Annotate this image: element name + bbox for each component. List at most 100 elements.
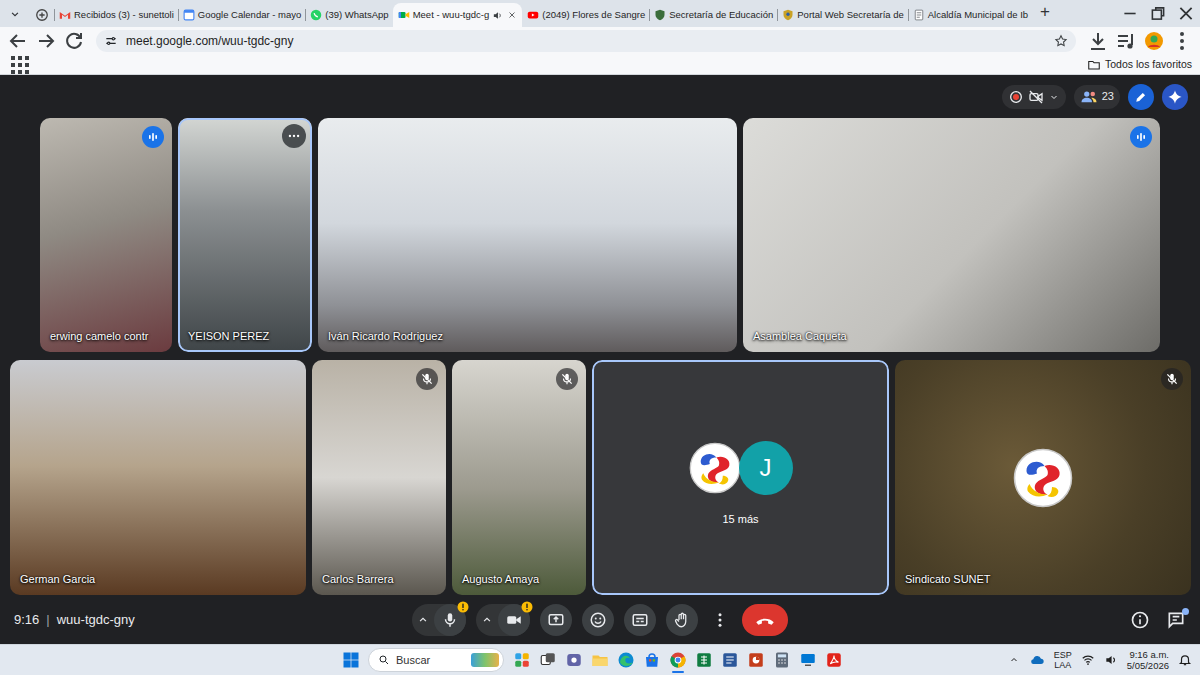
onedrive-icon[interactable] xyxy=(1029,652,1045,668)
show-hidden-icons-icon[interactable] xyxy=(1008,654,1020,666)
captions-button[interactable] xyxy=(624,604,656,636)
all-bookmarks-folder[interactable]: Todos los favoritos xyxy=(1087,57,1192,73)
browser-tab[interactable]: (39) WhatsApp xyxy=(305,3,392,27)
menu-icon[interactable] xyxy=(1170,29,1194,53)
tab-title: Meet - wuu-tgdc-g xyxy=(413,8,490,22)
browser-tab[interactable]: (2049) Flores de Sangre xyxy=(522,3,649,27)
back-icon[interactable] xyxy=(6,29,30,53)
document-icon xyxy=(913,9,925,21)
taskbar-app[interactable] xyxy=(668,646,688,674)
close-window-icon[interactable] xyxy=(1172,0,1200,27)
apps-grid-icon[interactable] xyxy=(8,53,32,77)
browser-tab[interactable]: Alcaldía Municipal de Ib xyxy=(908,3,1032,27)
participant-tile[interactable]: erwing camelo contr xyxy=(40,118,172,352)
meeting-time: 9:16 xyxy=(14,610,39,630)
chevron-down-icon[interactable] xyxy=(1048,91,1060,103)
forward-icon[interactable] xyxy=(34,29,58,53)
chevron-down-icon xyxy=(8,7,22,21)
tile-row: German GarciaCarlos BarreraAugusto Amaya… xyxy=(0,360,1200,595)
bookmarks-bar: Todos los favoritos xyxy=(0,55,1200,75)
participant-tile[interactable]: Sindicato SUNET xyxy=(895,360,1191,595)
raise-hand-button[interactable] xyxy=(666,604,698,636)
camera-button[interactable] xyxy=(498,604,530,636)
sunet-logo-icon xyxy=(689,442,741,494)
tab-title: Portal Web Secretaría de xyxy=(797,8,904,22)
bookmark-star-icon[interactable] xyxy=(1054,34,1068,48)
pinned-tab[interactable] xyxy=(30,3,54,27)
participant-tile[interactable]: J15 más xyxy=(592,360,889,595)
browser-tab[interactable]: Secretaría de Educación xyxy=(649,3,777,27)
close-tab-icon[interactable] xyxy=(506,9,518,21)
participant-tile[interactable]: German Garcia xyxy=(10,360,306,595)
reload-icon[interactable] xyxy=(62,29,86,53)
download-icon[interactable] xyxy=(1086,29,1110,53)
minimize-icon[interactable] xyxy=(1116,0,1144,27)
restore-icon[interactable] xyxy=(1144,0,1172,27)
participant-tile[interactable]: Augusto Amaya xyxy=(452,360,586,595)
widgets-icon xyxy=(513,651,531,669)
tile-highlight xyxy=(592,360,889,595)
more-options-button[interactable] xyxy=(708,604,732,636)
camera-icon xyxy=(505,611,523,629)
wifi-icon[interactable] xyxy=(1081,653,1095,667)
profile-icon[interactable] xyxy=(1142,29,1166,53)
taskbar-app[interactable] xyxy=(512,646,532,674)
taskbar-app[interactable] xyxy=(590,646,610,674)
address-bar[interactable]: meet.google.com/wuu-tgdc-gny xyxy=(96,30,1076,52)
tile-options-button[interactable] xyxy=(282,124,306,148)
participant-tile[interactable]: YEISON PEREZ xyxy=(178,118,312,352)
clock[interactable]: 9:16 a.m.5/05/2026 xyxy=(1127,649,1169,672)
participant-tile[interactable]: Carlos Barrera xyxy=(312,360,446,595)
camera-options[interactable] xyxy=(476,604,498,636)
participant-tile[interactable]: Asamblea Caqueta xyxy=(743,118,1160,352)
record-icon[interactable] xyxy=(1008,89,1024,105)
microphone-button[interactable] xyxy=(434,604,466,636)
avatar-stack: J xyxy=(689,441,793,495)
taskbar-app[interactable] xyxy=(798,646,818,674)
recording-camera-pill[interactable] xyxy=(1002,85,1066,109)
windows-start-icon[interactable] xyxy=(342,651,360,669)
more-participants[interactable]: J15 más xyxy=(592,360,889,595)
taskbar-app[interactable] xyxy=(824,646,844,674)
url-text[interactable]: meet.google.com/wuu-tgdc-gny xyxy=(126,32,293,50)
audio-playing-icon[interactable] xyxy=(492,10,503,21)
browser-tab[interactable]: Recibidos (3) - sunettoli xyxy=(54,3,178,27)
browser-tab[interactable]: Portal Web Secretaría de xyxy=(777,3,908,27)
meeting-details: 9:16|wuu-tgdc-gny xyxy=(14,610,412,630)
taskbar-app[interactable] xyxy=(564,646,584,674)
media-control-icon[interactable] xyxy=(1114,29,1138,53)
participants-button[interactable]: 23 xyxy=(1074,85,1120,109)
chat-button[interactable] xyxy=(1166,610,1186,630)
taskbar-app[interactable] xyxy=(642,646,662,674)
gemini-button[interactable] xyxy=(1162,84,1188,110)
microphone-options[interactable] xyxy=(412,604,434,636)
taskbar-app[interactable] xyxy=(772,646,792,674)
avatar-area xyxy=(895,360,1191,595)
present-button[interactable] xyxy=(540,604,572,636)
input-language[interactable]: ESPLAA xyxy=(1054,650,1072,671)
taskbar-app[interactable] xyxy=(694,646,714,674)
annotate-button[interactable] xyxy=(1128,84,1154,110)
taskbar-search[interactable]: Buscar xyxy=(368,648,504,672)
unread-dot xyxy=(1182,608,1189,615)
participant-tile[interactable]: Iván Ricardo Rodriguez xyxy=(318,118,737,352)
taskbar-app[interactable] xyxy=(720,646,740,674)
site-info-icon[interactable] xyxy=(104,34,118,48)
new-tab-button[interactable]: + xyxy=(1032,3,1058,24)
tab-search-button[interactable] xyxy=(0,0,30,27)
browser-tab[interactable]: Google Calendar - mayo xyxy=(178,3,306,27)
audio-bars-icon xyxy=(1133,129,1149,145)
volume-icon[interactable] xyxy=(1104,653,1118,667)
reactions-button[interactable] xyxy=(582,604,614,636)
taskbar-app[interactable] xyxy=(616,646,636,674)
leave-call-button[interactable] xyxy=(742,604,788,636)
shield-icon xyxy=(654,9,666,21)
notifications-icon[interactable] xyxy=(1178,653,1192,667)
taskbar-app[interactable] xyxy=(538,646,558,674)
more-options-icon xyxy=(287,129,301,143)
microphone-icon xyxy=(441,611,459,629)
taskbar-app[interactable] xyxy=(746,646,766,674)
camera-off-icon[interactable] xyxy=(1028,89,1044,105)
browser-tab[interactable]: Meet - wuu-tgdc-g xyxy=(393,3,523,27)
info-icon[interactable] xyxy=(1130,610,1150,630)
